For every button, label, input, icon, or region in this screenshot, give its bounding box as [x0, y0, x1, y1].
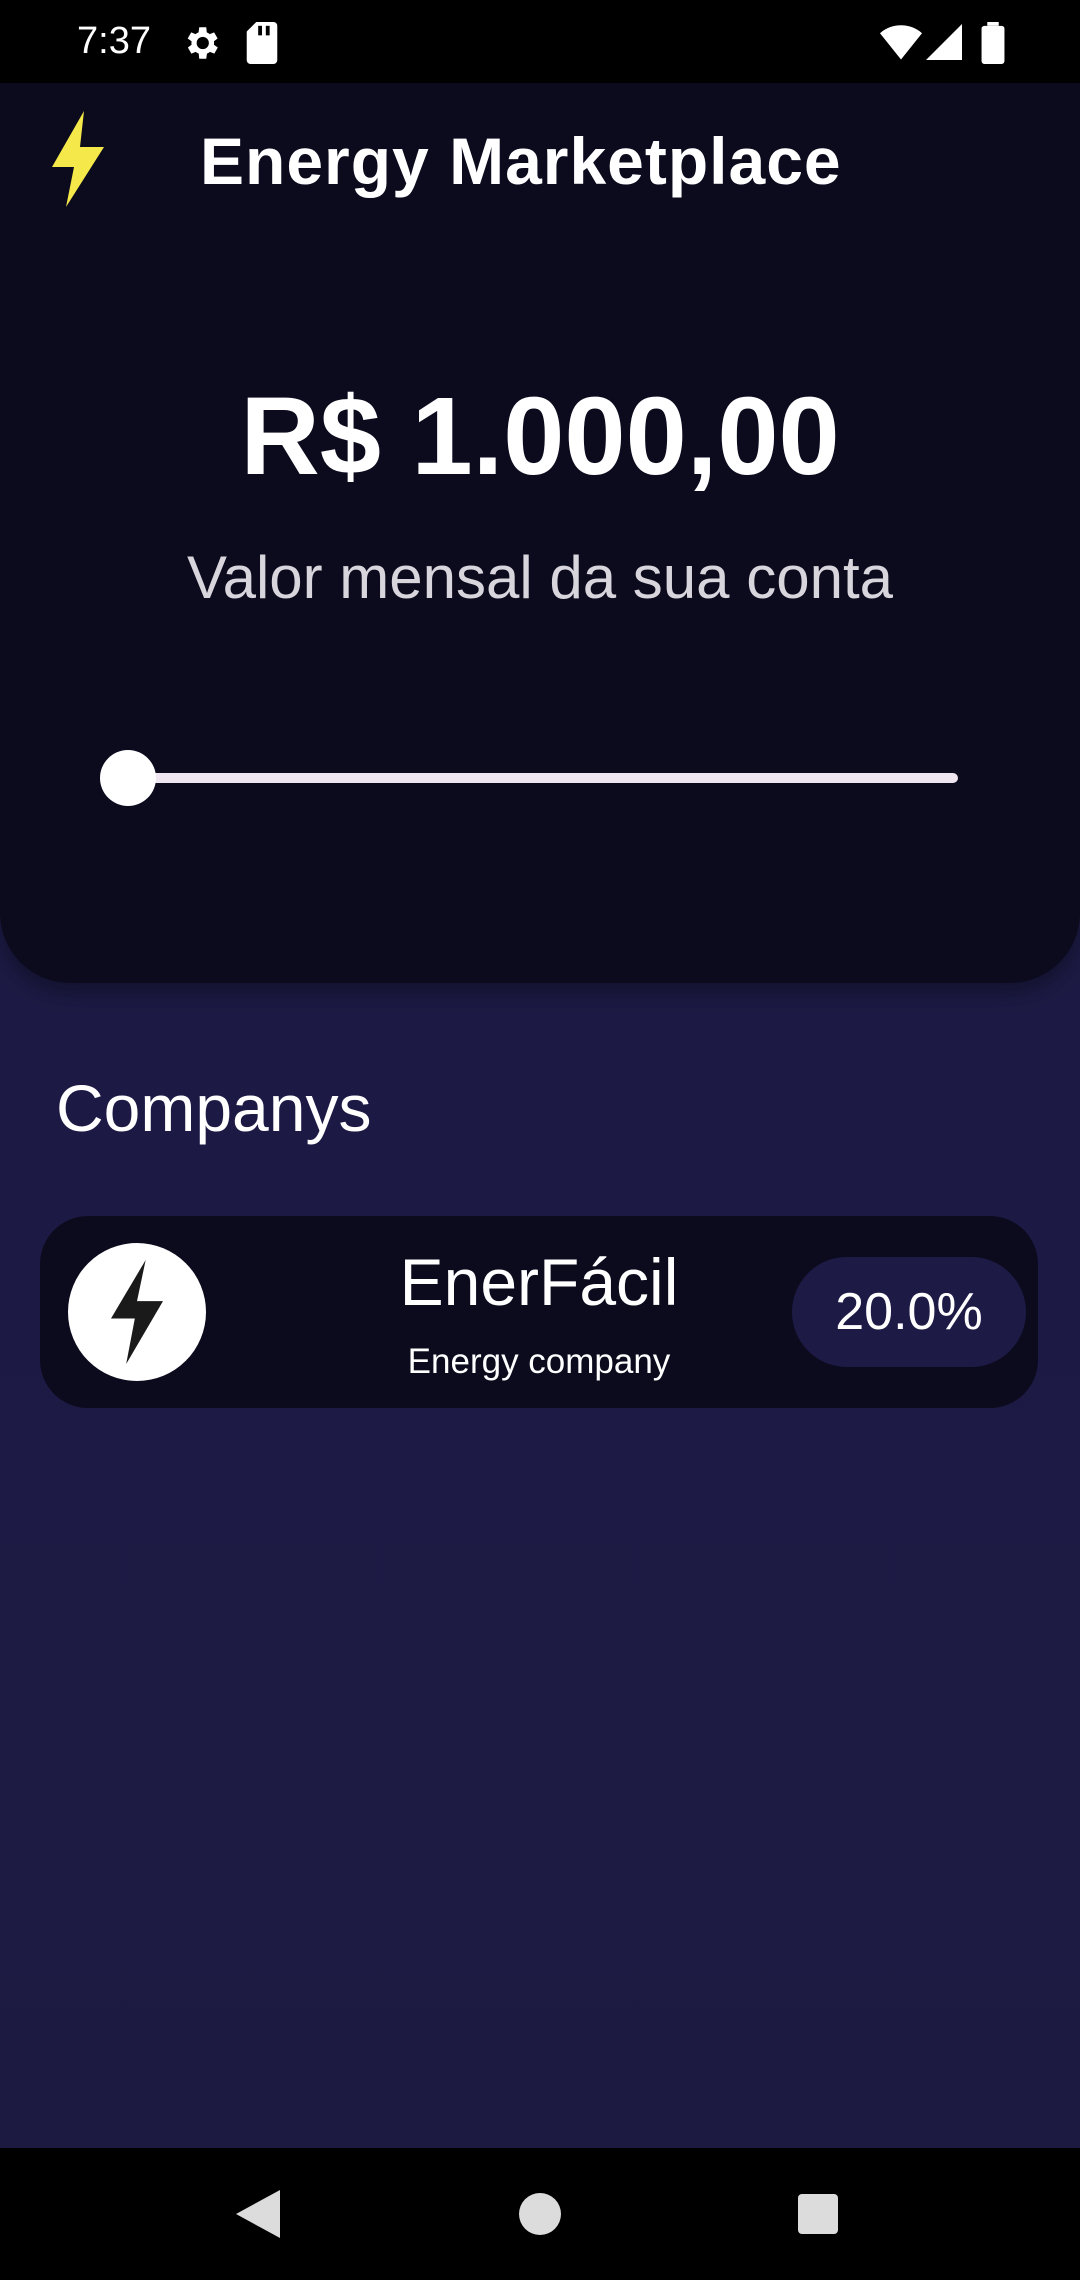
back-icon: [236, 2190, 280, 2238]
recents-button[interactable]: [788, 2184, 848, 2244]
signal-icon: [926, 24, 962, 60]
status-bar: 7:37: [0, 0, 1080, 83]
recents-icon: [798, 2194, 838, 2234]
company-card[interactable]: EnerFácil Energy company 20.0%: [40, 1216, 1038, 1408]
app-bar: Energy Marketplace: [0, 83, 1080, 233]
status-time: 7:37: [77, 20, 151, 62]
companies-section-title: Companys: [56, 1071, 372, 1145]
battery-icon: [981, 22, 1005, 64]
screen: 7:37 Energy Marketplace R$ 1.000,00 Valo…: [0, 0, 1080, 2280]
app-title: Energy Marketplace: [200, 124, 842, 198]
bill-amount-slider[interactable]: [100, 743, 960, 813]
lightning-bolt-icon: [52, 111, 104, 207]
bill-amount: R$ 1.000,00: [240, 375, 840, 498]
wifi-icon: [880, 25, 922, 60]
home-icon: [519, 2193, 561, 2235]
gear-icon: [187, 27, 218, 59]
bill-caption: Valor mensal da sua conta: [187, 544, 893, 611]
home-button[interactable]: [510, 2184, 570, 2244]
sd-card-icon: [246, 22, 278, 64]
slider-track[interactable]: [128, 773, 958, 783]
header-panel: Energy Marketplace R$ 1.000,00 Valor men…: [0, 83, 1080, 983]
slider-thumb[interactable]: [100, 750, 156, 806]
back-button[interactable]: [228, 2184, 288, 2244]
navigation-bar: [0, 2148, 1080, 2280]
discount-badge: 20.0%: [792, 1257, 1026, 1367]
